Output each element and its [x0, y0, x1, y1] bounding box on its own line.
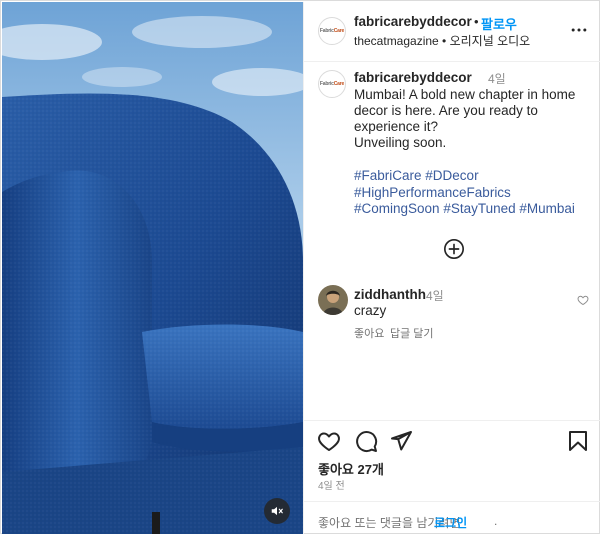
hashtag-link[interactable]: #DDecor	[425, 168, 478, 183]
more-options-icon[interactable]	[569, 20, 589, 40]
brand-logo: FabricCare	[319, 28, 345, 34]
caption-line: experience it?	[354, 119, 439, 134]
caption-line: decor is here. Are you ready to	[354, 103, 538, 118]
post-date[interactable]: 4일 전	[318, 477, 345, 492]
hashtags: #FabriCare #DDecor #HighPerformanceFabri…	[354, 168, 590, 218]
login-link[interactable]: 로그인	[434, 514, 467, 531]
comment-text: crazy	[354, 303, 387, 318]
hashtag-link[interactable]: #Mumbai	[519, 201, 575, 216]
post-side-panel: FabricCare fabricarebyddecor • 팔로우 theca…	[303, 2, 600, 534]
hashtag-link[interactable]: #HighPerformanceFabrics	[354, 185, 511, 200]
profile-avatar[interactable]: FabricCare	[318, 17, 346, 45]
paper-plane-icon[interactable]	[389, 429, 413, 453]
bookmark-icon[interactable]	[566, 429, 590, 453]
caption-time[interactable]: 4일	[488, 70, 506, 87]
hashtag-link[interactable]: #FabriCare	[354, 168, 422, 183]
hashtag-link[interactable]: #StayTuned	[443, 201, 515, 216]
caption-line: Mumbai! A bold new chapter in home	[354, 87, 576, 102]
heart-icon[interactable]	[317, 429, 341, 453]
brand-logo: FabricCare	[319, 81, 345, 87]
comment-time[interactable]: 4일	[426, 287, 444, 304]
speaker-muted-icon	[271, 506, 283, 516]
post-header: FabricCare fabricarebyddecor • 팔로우 theca…	[304, 2, 600, 62]
comment-username[interactable]: ziddhanthh	[354, 287, 426, 302]
caption-avatar[interactable]: FabricCare	[318, 70, 346, 98]
audio-link[interactable]: thecatmagazine • 오리지널 오디오	[354, 32, 530, 49]
comment-bubble-icon[interactable]	[354, 429, 378, 453]
caption-username[interactable]: fabricarebyddecor	[354, 70, 472, 85]
comment-heart-icon[interactable]	[577, 294, 589, 306]
plus-circle-icon[interactable]	[443, 238, 465, 260]
follow-button[interactable]: 팔로우	[481, 14, 517, 33]
user-photo	[318, 285, 348, 315]
login-prompt-bar: 좋아요 또는 댓글을 남기려면 로그인 .	[304, 501, 600, 535]
mute-button[interactable]	[264, 498, 290, 524]
caption-line: Unveiling soon.	[354, 135, 447, 150]
comment-reply-button[interactable]: 답글 달기	[390, 325, 434, 341]
login-period: .	[494, 514, 498, 528]
header-separator: •	[474, 14, 479, 29]
post-video[interactable]	[2, 2, 303, 534]
comment-like-button[interactable]: 좋아요	[354, 325, 384, 341]
likes-count[interactable]: 좋아요 27개	[318, 459, 384, 478]
post-dialog: FabricCare fabricarebyddecor • 팔로우 theca…	[0, 0, 600, 534]
header-username[interactable]: fabricarebyddecor	[354, 14, 472, 29]
armchair-image	[2, 2, 303, 534]
caption-text: Mumbai! A bold new chapter in home decor…	[354, 87, 590, 151]
post-actions: 좋아요 27개 4일 전 좋아요 또는 댓글을 남기려면 로그인 .	[304, 420, 600, 534]
hashtag-link[interactable]: #ComingSoon	[354, 201, 440, 216]
commenter-avatar[interactable]	[318, 285, 348, 315]
